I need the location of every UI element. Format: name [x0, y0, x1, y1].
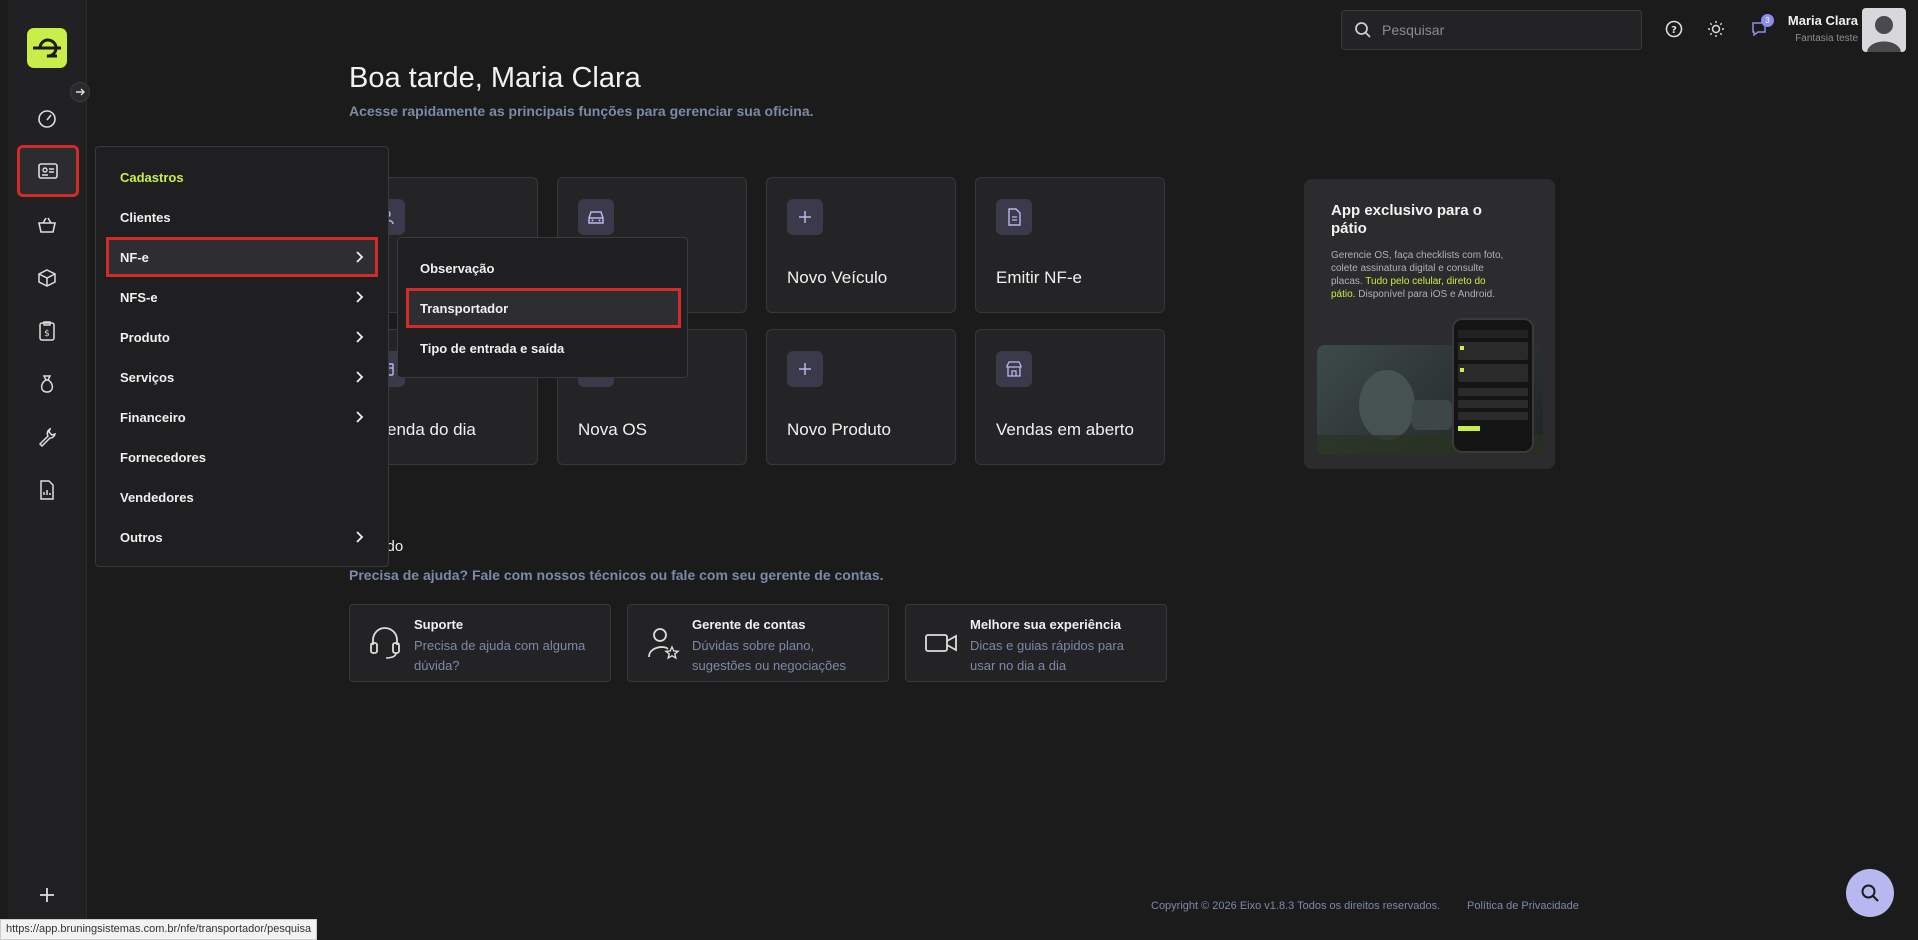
- user-avatar-icon: [1862, 8, 1906, 52]
- notifications-button[interactable]: 3: [1748, 14, 1774, 40]
- menu-header: Cadastros: [120, 169, 184, 185]
- menu-item-outros[interactable]: Outros: [106, 517, 378, 557]
- menu-item-servicos[interactable]: Serviços: [106, 357, 378, 397]
- help-card-desc: Precisa de ajuda com alguma dúvida?: [414, 638, 586, 673]
- sidebar-item-dashboard[interactable]: [27, 99, 67, 139]
- quick-card-novo-veiculo[interactable]: Novo Veículo: [766, 177, 956, 313]
- chevron-right-icon: [356, 291, 364, 303]
- theme-toggle-button[interactable]: [1705, 18, 1727, 40]
- submenu-item-observacao[interactable]: Observação: [406, 248, 681, 288]
- privacy-policy-link[interactable]: Política de Privacidade: [1467, 900, 1579, 912]
- app-logo[interactable]: [27, 28, 67, 68]
- footer-copyright: Copyright © 2026 Eixo v1.8.3 Todos os di…: [1151, 900, 1441, 912]
- help-card-title: Melhore sua experiência: [970, 617, 1122, 632]
- svg-text:?: ?: [1671, 25, 1677, 36]
- quick-card-emitir-nfe[interactable]: Emitir NF-e: [975, 177, 1165, 313]
- arrow-right-icon: [76, 88, 85, 96]
- card-label: Vendas em aberto: [996, 420, 1134, 439]
- menu-item-nfe[interactable]: NF-e: [106, 237, 378, 277]
- submenu-item-transportador[interactable]: Transportador: [406, 288, 681, 328]
- chevron-right-icon: [356, 371, 364, 383]
- sidebar-item-relatorios[interactable]: [27, 470, 67, 510]
- help-button[interactable]: ?: [1663, 18, 1685, 40]
- search-box[interactable]: [1341, 10, 1642, 50]
- store-icon: [996, 351, 1032, 387]
- menu-item-fornecedores[interactable]: Fornecedores: [106, 437, 378, 477]
- help-circle-icon: ?: [1665, 20, 1683, 38]
- plus-icon: [40, 888, 54, 902]
- card-label: Emitir NF-e: [996, 268, 1082, 287]
- chevron-right-icon: [356, 331, 364, 343]
- sidebar-item-estoque[interactable]: [27, 258, 67, 298]
- status-bar-url: https://app.bruningsistemas.com.br/nfe/t…: [0, 919, 318, 940]
- video-camera-icon: [925, 634, 957, 652]
- menu-item-produto[interactable]: Produto: [106, 317, 378, 357]
- report-icon: [40, 480, 54, 500]
- chevron-right-icon: [356, 531, 364, 543]
- car-icon: [578, 199, 614, 235]
- money-bag-icon: [40, 375, 54, 393]
- quick-card-novo-produto[interactable]: Novo Produto: [766, 329, 956, 465]
- search-icon: [1355, 22, 1371, 38]
- page-subtitle: Acesse rapidamente as principais funções…: [349, 103, 814, 119]
- cadastros-menu: Cadastros Clientes NF-e NFS-e Produto Se…: [95, 146, 389, 567]
- sidebar-item-cadastros[interactable]: [17, 145, 79, 197]
- sun-icon: [1708, 21, 1724, 37]
- gauge-icon: [38, 110, 56, 128]
- user-company: Fantasia teste: [1795, 33, 1858, 44]
- menu-item-clientes[interactable]: Clientes: [106, 197, 378, 237]
- user-star-icon: [648, 628, 680, 660]
- plus-icon: [787, 351, 823, 387]
- chevron-right-icon: [356, 411, 364, 423]
- menu-item-vendedores[interactable]: Vendedores: [106, 477, 378, 517]
- headset-icon: [370, 627, 400, 659]
- help-card-experiencia[interactable]: Melhore sua experiência Dicas e guias rá…: [905, 604, 1167, 682]
- document-icon: [996, 199, 1032, 235]
- phone-mockup: [1452, 318, 1534, 453]
- sidebar-item-caixa[interactable]: [27, 364, 67, 404]
- sidebar-item-financeiro[interactable]: $: [27, 311, 67, 351]
- sidebar-expand-button[interactable]: [70, 82, 90, 102]
- sidebar-item-vendas[interactable]: [27, 205, 67, 245]
- nfe-submenu: Observação Transportador Tipo de entrada…: [397, 237, 688, 378]
- card-label: enda do dia: [387, 420, 476, 439]
- card-label: Novo Veículo: [787, 268, 888, 287]
- card-label: Novo Produto: [787, 420, 891, 439]
- basket-icon: [38, 217, 56, 233]
- help-card-desc: Dicas e guias rápidos para usar no dia a…: [970, 638, 1124, 673]
- card-label: Nova OS: [578, 420, 647, 439]
- floating-search-button[interactable]: [1846, 869, 1894, 917]
- help-card-title: Suporte: [414, 617, 464, 632]
- wrench-icon: [38, 427, 56, 447]
- help-card-title: Gerente de contas: [692, 617, 806, 632]
- box-icon: [38, 269, 56, 287]
- page-title: Boa tarde, Maria Clara: [349, 62, 641, 94]
- quick-card-vendas-aberto[interactable]: Vendas em aberto: [975, 329, 1165, 465]
- user-name[interactable]: Maria Clara: [1788, 13, 1858, 28]
- svg-text:$: $: [44, 329, 50, 339]
- menu-item-financeiro[interactable]: Financeiro: [106, 397, 378, 437]
- sidebar-add-button[interactable]: [27, 875, 67, 915]
- menu-item-nfse[interactable]: NFS-e: [106, 277, 378, 317]
- logo-e-icon: [33, 38, 61, 58]
- help-section-subtitle: Precisa de ajuda? Fale com nossos técnic…: [349, 567, 884, 583]
- promo-text: Gerencie OS, faça checklists com foto, c…: [1331, 250, 1504, 300]
- plus-icon: [787, 199, 823, 235]
- help-card-desc: Dúvidas sobre plano, sugestões ou negoci…: [692, 638, 846, 673]
- search-icon: [1861, 884, 1879, 902]
- money-clipboard-icon: $: [39, 321, 55, 341]
- avatar[interactable]: [1862, 8, 1906, 52]
- notification-badge: 3: [1761, 14, 1774, 27]
- sidebar: $: [8, 0, 87, 940]
- help-card-suporte[interactable]: Suporte Precisa de ajuda com alguma dúvi…: [349, 604, 611, 682]
- submenu-item-tipo-entrada-saida[interactable]: Tipo de entrada e saída: [406, 328, 681, 368]
- id-card-icon: [38, 163, 58, 179]
- sidebar-item-oficina[interactable]: [27, 417, 67, 457]
- promo-title: App exclusivo para o pátio: [1331, 202, 1482, 237]
- help-card-gerente[interactable]: Gerente de contas Dúvidas sobre plano, s…: [627, 604, 889, 682]
- chevron-right-icon: [356, 251, 364, 263]
- search-input[interactable]: [1382, 22, 1622, 38]
